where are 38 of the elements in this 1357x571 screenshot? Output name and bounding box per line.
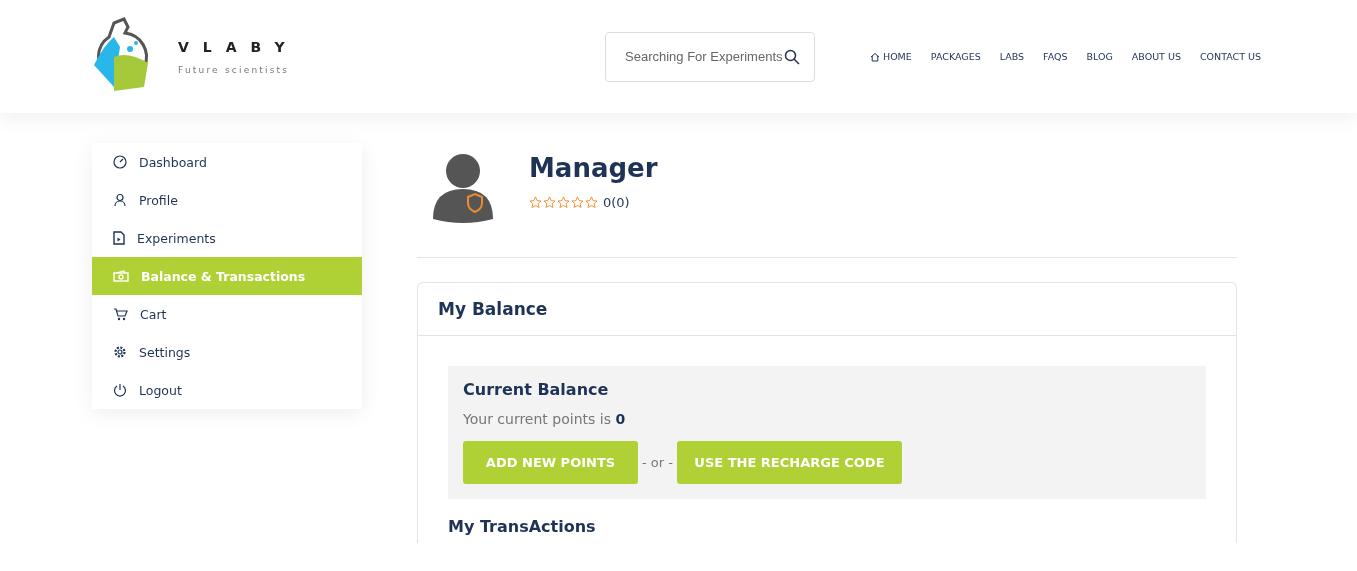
user-avatar-icon	[433, 153, 493, 225]
star-icon	[585, 196, 598, 209]
nav-link[interactable]: HOME	[870, 51, 912, 62]
sidebar-item[interactable]: Profile	[92, 181, 362, 219]
star-icon	[571, 196, 584, 209]
star-icon	[557, 196, 570, 209]
search-icon[interactable]	[784, 48, 800, 65]
nav-link[interactable]: BLOG	[1086, 51, 1113, 62]
nav-link[interactable]: ABOUT US	[1131, 51, 1181, 62]
panel-title: Current Balance	[463, 380, 610, 399]
settings-icon	[113, 345, 127, 359]
star-icon	[529, 196, 542, 209]
gauge-icon	[113, 155, 127, 169]
user-icon	[113, 193, 127, 207]
power-icon	[113, 383, 127, 397]
brand-name: VLABY	[178, 38, 299, 55]
nav-link[interactable]: CONTACT US	[1199, 51, 1261, 62]
brand-tagline: Future scientists	[178, 64, 291, 75]
sidebar-item[interactable]: Settings	[92, 333, 362, 371]
separator-text: - or -	[642, 455, 673, 470]
sidebar-item[interactable]: Cart	[92, 295, 362, 333]
sidebar-item[interactable]: Dashboard	[92, 143, 362, 181]
nav-link[interactable]: LABS	[999, 51, 1025, 62]
star-icon	[543, 196, 556, 209]
banknote-icon	[113, 270, 129, 282]
points-text: Your current points is 0	[463, 411, 627, 427]
home-icon	[870, 51, 880, 62]
sidebar-item[interactable]: Experiments	[92, 219, 362, 257]
document-play-icon	[113, 231, 125, 245]
search-field[interactable]: Searching For Experiments	[605, 31, 815, 82]
cart-icon	[113, 307, 128, 321]
profile-name: Manager	[529, 153, 658, 183]
rating-count: 0(0)	[603, 195, 630, 210]
sidebar-item[interactable]: Logout	[92, 371, 362, 409]
card-title: My Balance	[418, 283, 1236, 336]
nav-link[interactable]: PACKAGES	[930, 51, 981, 62]
section-title: My TransActions	[448, 517, 597, 536]
nav-link[interactable]: FAQS	[1043, 51, 1068, 62]
